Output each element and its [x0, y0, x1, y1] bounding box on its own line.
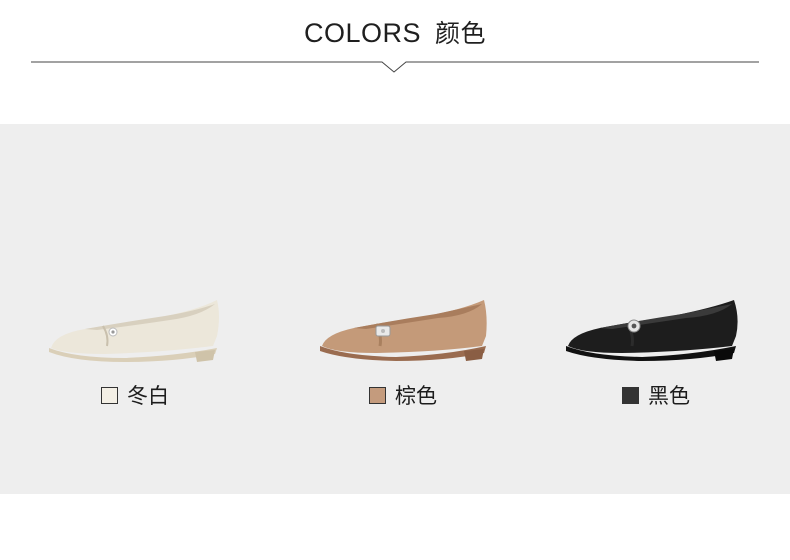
- section-title-en: COLORS: [303, 18, 421, 48]
- title-divider: [31, 61, 759, 73]
- color-label-white: 冬白: [127, 384, 169, 408]
- swatch-black: [622, 386, 639, 404]
- color-option-black[interactable]: 黑色: [622, 383, 690, 408]
- swatch-brown: [369, 386, 386, 404]
- color-showcase: 冬白 棕色 黑色: [0, 124, 790, 494]
- color-label-black: 黑色: [648, 384, 690, 408]
- color-option-brown[interactable]: 棕色: [369, 383, 437, 408]
- color-option-white[interactable]: 冬白: [101, 383, 169, 408]
- color-label-brown: 棕色: [395, 384, 437, 408]
- swatch-white: [101, 386, 118, 404]
- section-title-zh: 颜色: [435, 19, 487, 48]
- section-title: COLORS 颜色: [0, 14, 790, 50]
